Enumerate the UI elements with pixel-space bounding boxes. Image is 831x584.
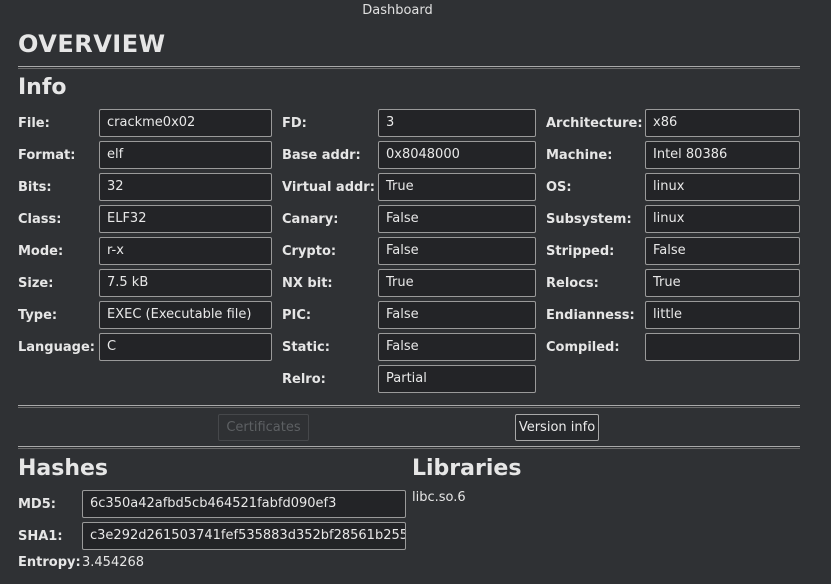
format-label: Format: <box>18 148 76 163</box>
endianness-label: Endianness: <box>546 308 635 323</box>
canary-field[interactable]: False <box>378 205 536 233</box>
crypto-field[interactable]: False <box>378 237 536 265</box>
architecture-label: Architecture: <box>546 116 643 131</box>
pic-label: PIC: <box>282 308 312 323</box>
compiled-label: Compiled: <box>546 340 620 355</box>
type-label: Type: <box>18 308 58 323</box>
canary-label: Canary: <box>282 212 339 227</box>
size-label: Size: <box>18 276 54 291</box>
bits-field[interactable]: 32 <box>99 173 272 201</box>
language-label: Language: <box>18 340 95 355</box>
fd-label: FD: <box>282 116 307 131</box>
format-field[interactable]: elf <box>99 141 272 169</box>
compiled-field[interactable] <box>645 333 800 361</box>
mode-label: Mode: <box>18 244 64 259</box>
nx-bit-field[interactable]: True <box>378 269 536 297</box>
fd-field[interactable]: 3 <box>378 109 536 137</box>
relocs-label: Relocs: <box>546 276 599 291</box>
static-field[interactable]: False <box>378 333 536 361</box>
libraries-heading: Libraries <box>412 456 522 481</box>
file-field[interactable]: crackme0x02 <box>99 109 272 137</box>
class-label: Class: <box>18 212 62 227</box>
machine-label: Machine: <box>546 148 613 163</box>
os-label: OS: <box>546 180 572 195</box>
library-item[interactable]: libc.so.6 <box>412 490 466 505</box>
mode-field[interactable]: r-x <box>99 237 272 265</box>
overview-heading: OVERVIEW <box>18 30 166 58</box>
size-field[interactable]: 7.5 kB <box>99 269 272 297</box>
architecture-field[interactable]: x86 <box>645 109 800 137</box>
base-addr-field[interactable]: 0x8048000 <box>378 141 536 169</box>
relro-label: Relro: <box>282 372 326 387</box>
md5-label: MD5: <box>18 497 56 512</box>
sha1-label: SHA1: <box>18 529 63 544</box>
pic-field[interactable]: False <box>378 301 536 329</box>
bits-label: Bits: <box>18 180 52 195</box>
relro-field[interactable]: Partial <box>378 365 536 393</box>
class-field[interactable]: ELF32 <box>99 205 272 233</box>
md5-field[interactable]: 6c350a42afbd5cb464521fabfd090ef3 <box>82 490 406 518</box>
info-separator <box>18 405 800 408</box>
hashes-heading: Hashes <box>18 456 109 481</box>
buttons-separator <box>18 446 800 449</box>
certificates-button[interactable]: Certificates <box>218 414 309 441</box>
subsystem-label: Subsystem: <box>546 212 632 227</box>
crypto-label: Crypto: <box>282 244 337 259</box>
os-field[interactable]: linux <box>645 173 800 201</box>
stripped-field[interactable]: False <box>645 237 800 265</box>
virtual-addr-field[interactable]: True <box>378 173 536 201</box>
type-field[interactable]: EXEC (Executable file) <box>99 301 272 329</box>
static-label: Static: <box>282 340 330 355</box>
virtual-addr-label: Virtual addr: <box>282 180 375 195</box>
endianness-field[interactable]: little <box>645 301 800 329</box>
info-heading: Info <box>18 75 67 100</box>
nx-bit-label: NX bit: <box>282 276 333 291</box>
entropy-value: 3.454268 <box>82 555 145 570</box>
base-addr-label: Base addr: <box>282 148 361 163</box>
overview-separator <box>18 66 800 69</box>
machine-field[interactable]: Intel 80386 <box>645 141 800 169</box>
relocs-field[interactable]: True <box>645 269 800 297</box>
file-label: File: <box>18 116 50 131</box>
entropy-label: Entropy: <box>18 555 81 570</box>
subsystem-field[interactable]: linux <box>645 205 800 233</box>
sha1-field[interactable]: c3e292d261503741fef535883d352bf28561b255 <box>82 522 406 550</box>
window-title: Dashboard <box>362 3 433 18</box>
stripped-label: Stripped: <box>546 244 615 259</box>
version-info-button[interactable]: Version info <box>515 414 599 441</box>
language-field[interactable]: C <box>99 333 272 361</box>
